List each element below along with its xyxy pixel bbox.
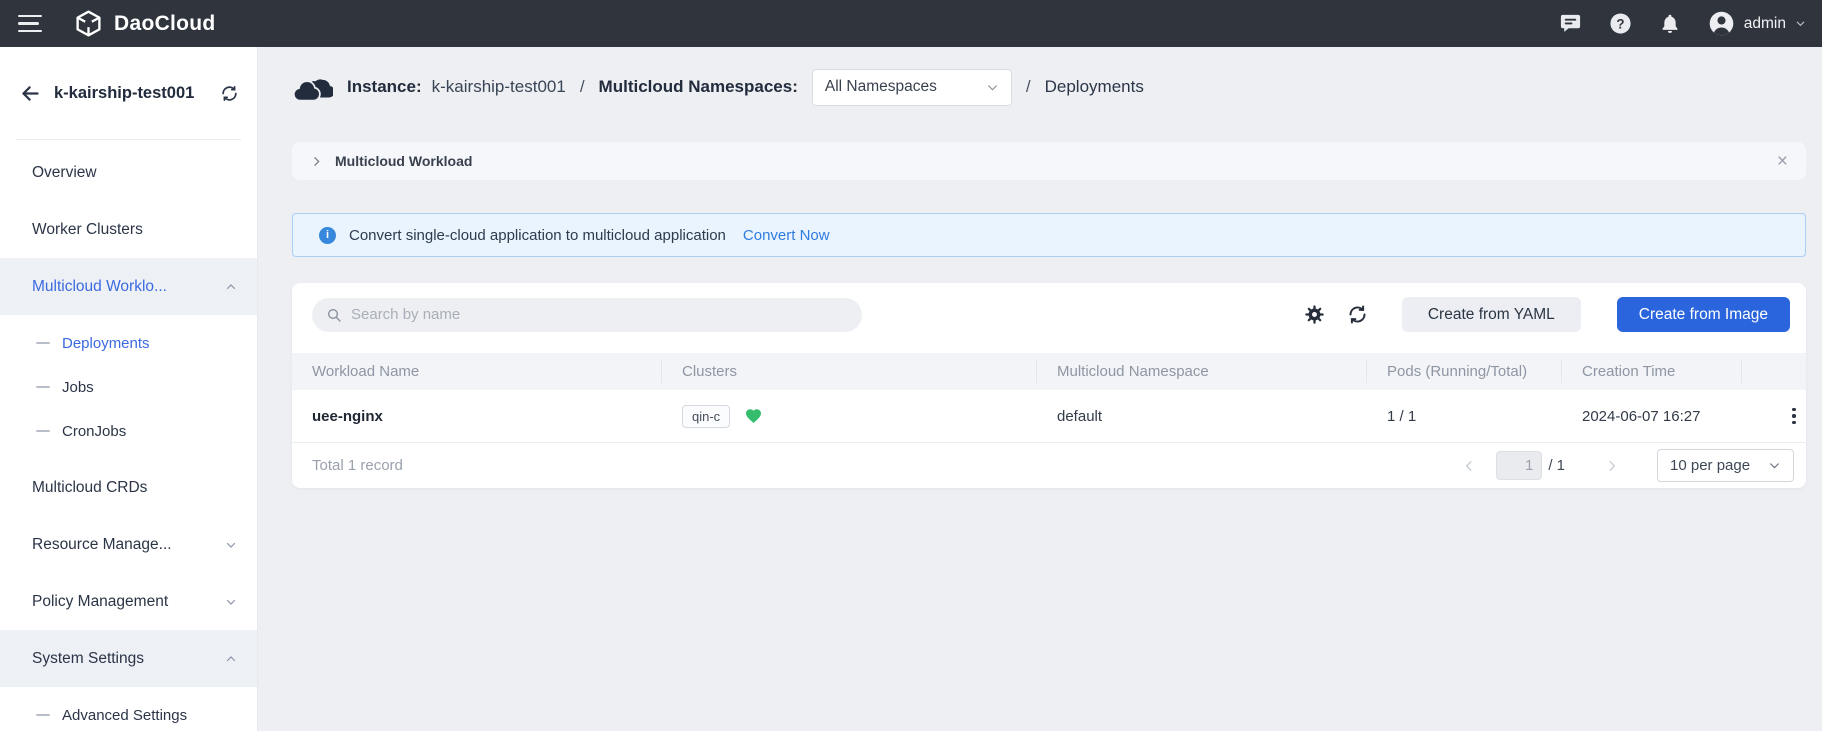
sidebar-item-multicloud-crds[interactable]: Multicloud CRDs <box>0 459 257 516</box>
cluster-title: k-kairship-test001 <box>54 83 195 102</box>
sidebar-item-overview[interactable]: Overview <box>0 144 257 201</box>
row-pods: 1 / 1 <box>1387 407 1417 425</box>
chevron-down-icon <box>1770 463 1779 469</box>
help-icon[interactable]: ? <box>1609 12 1632 35</box>
sidebar-item-policy-management[interactable]: Policy Management <box>0 573 257 630</box>
username: admin <box>1743 14 1786 32</box>
topbar: DaoCloud ? admin <box>0 0 1822 47</box>
col-namespace: Multicloud Namespace <box>1037 360 1367 383</box>
cluster-tag[interactable]: qin-c <box>682 404 731 428</box>
convert-now-link[interactable]: Convert Now <box>743 227 830 244</box>
multicloud-workload-panel[interactable]: Multicloud Workload × <box>292 142 1806 180</box>
bell-icon[interactable] <box>1659 12 1681 35</box>
table-row: uee-nginx qin-c default 1 / 1 2024-06-07… <box>292 390 1806 443</box>
search-input[interactable] <box>351 306 848 323</box>
sidebar-item-jobs[interactable]: Jobs <box>0 365 257 409</box>
brand: DaoCloud <box>74 9 216 38</box>
col-pods: Pods (Running/Total) <box>1367 360 1562 383</box>
dash-icon <box>36 429 50 433</box>
toolbar: Create from YAML Create from Image <box>292 283 1806 346</box>
col-workload-name: Workload Name <box>292 360 662 383</box>
chevron-down-icon <box>987 84 997 91</box>
sidebar-item-deployments[interactable]: Deployments <box>0 321 257 365</box>
back-arrow-icon[interactable] <box>20 83 41 104</box>
chevron-up-icon <box>226 283 236 289</box>
message-icon[interactable] <box>1559 12 1582 35</box>
breadcrumb-separator: / <box>1025 77 1031 96</box>
page-title: Deployments <box>1044 77 1144 96</box>
pagination: / 1 10 per page <box>1456 449 1794 482</box>
sidebar-item-resource-management[interactable]: Resource Manage... <box>0 516 257 573</box>
menu-icon[interactable] <box>18 14 42 33</box>
search-icon <box>328 308 341 322</box>
row-created: 2024-06-07 16:27 <box>1582 407 1701 425</box>
page-size-select[interactable]: 10 per page <box>1657 449 1794 482</box>
gear-icon[interactable] <box>1304 304 1325 325</box>
user-menu[interactable]: admin <box>1708 10 1806 37</box>
instance-value[interactable]: k-kairship-test001 <box>432 77 566 97</box>
chevron-up-icon <box>226 655 236 661</box>
create-from-yaml-button[interactable]: Create from YAML <box>1401 297 1581 332</box>
workload-name-link[interactable]: uee-nginx <box>312 408 383 425</box>
sidebar-item-advanced-settings[interactable]: Advanced Settings <box>0 693 257 731</box>
close-icon[interactable]: × <box>1777 152 1788 171</box>
total-records: Total 1 record <box>312 457 403 474</box>
chevron-right-icon <box>314 156 320 166</box>
workload-card: Create from YAML Create from Image Workl… <box>292 283 1806 488</box>
switch-cluster-icon[interactable] <box>220 84 239 103</box>
avatar-icon <box>1708 10 1735 37</box>
chevron-left-icon[interactable] <box>1456 455 1482 477</box>
row-namespace: default <box>1057 407 1103 425</box>
info-alert: i Convert single-cloud application to mu… <box>292 213 1806 257</box>
svg-text:?: ? <box>1616 16 1624 31</box>
page-number-input[interactable] <box>1496 451 1543 480</box>
sidebar-item-worker-clusters[interactable]: Worker Clusters <box>0 201 257 258</box>
dash-icon <box>36 385 50 389</box>
search-box <box>312 297 862 332</box>
breadcrumb: Instance: k-kairship-test001 / Multiclou… <box>292 47 1806 127</box>
col-actions <box>1742 360 1806 383</box>
page-total: / 1 <box>1548 457 1565 474</box>
namespace-select[interactable]: All Namespaces <box>811 68 1012 106</box>
sidebar: k-kairship-test001 Overview Worker Clust… <box>0 47 258 731</box>
sidebar-item-system-settings[interactable]: System Settings <box>0 630 257 687</box>
instance-label: Instance: <box>347 77 422 96</box>
col-creation-time: Creation Time <box>1562 360 1742 383</box>
refresh-icon[interactable] <box>1347 304 1368 325</box>
chevron-down-icon <box>1796 21 1805 27</box>
health-heart-icon <box>744 407 763 425</box>
table-footer: Total 1 record / 1 10 per page <box>292 443 1806 488</box>
col-clusters: Clusters <box>662 360 1037 383</box>
sidebar-item-multicloud-workload[interactable]: Multicloud Worklo... <box>0 258 257 315</box>
create-from-image-button[interactable]: Create from Image <box>1616 297 1790 332</box>
chevron-down-icon <box>226 599 236 605</box>
namespaces-label: Multicloud Namespaces: <box>598 77 798 96</box>
chevron-down-icon <box>226 542 236 548</box>
breadcrumb-separator: / <box>579 77 585 96</box>
brand-name: DaoCloud <box>114 11 216 35</box>
main-content: Instance: k-kairship-test001 / Multiclou… <box>258 47 1822 731</box>
info-icon: i <box>319 226 336 244</box>
chevron-right-icon[interactable] <box>1599 455 1625 477</box>
multicloud-icon <box>292 73 333 102</box>
table-header: Workload Name Clusters Multicloud Namesp… <box>292 353 1806 390</box>
alert-text: Convert single-cloud application to mult… <box>349 226 726 244</box>
dash-icon <box>36 713 50 717</box>
dash-icon <box>36 341 50 345</box>
sidebar-item-cronjobs[interactable]: CronJobs <box>0 409 257 453</box>
panel-title: Multicloud Workload <box>335 153 473 169</box>
daocloud-logo-icon <box>74 9 103 38</box>
kebab-menu-icon[interactable] <box>1786 404 1802 429</box>
